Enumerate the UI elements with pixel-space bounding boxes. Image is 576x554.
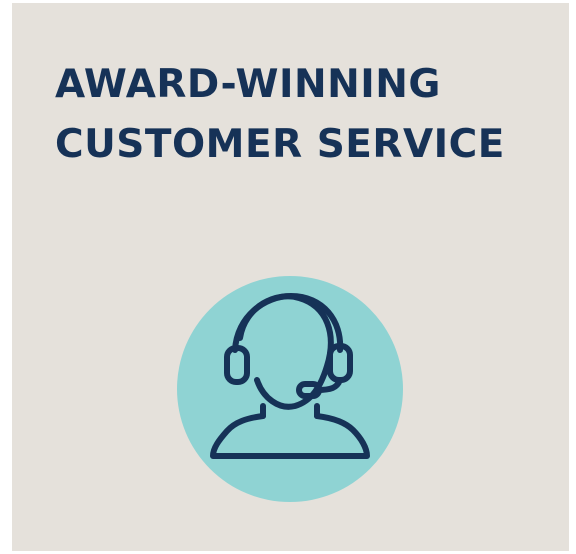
feature-card: AWARD-WINNING CUSTOMER SERVICE bbox=[12, 3, 569, 551]
feature-title-line-2: CUSTOMER SERVICE bbox=[55, 122, 505, 167]
headset-agent-icon bbox=[210, 293, 370, 459]
feature-title-line-1: AWARD-WINNING bbox=[55, 62, 441, 107]
icon-badge bbox=[177, 276, 403, 502]
feature-title: AWARD-WINNING CUSTOMER SERVICE bbox=[55, 55, 505, 175]
